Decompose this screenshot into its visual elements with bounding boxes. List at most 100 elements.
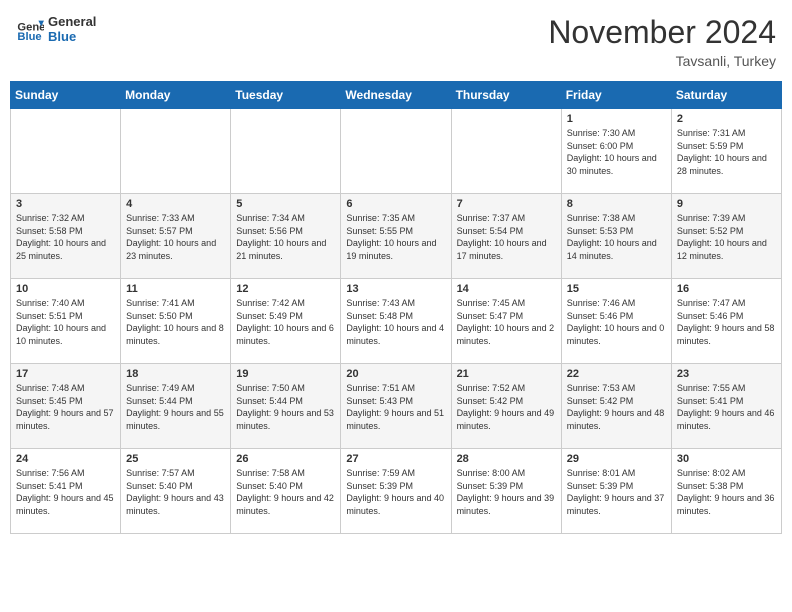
calendar-cell: 12 Sunrise: 7:42 AM Sunset: 5:49 PM Dayli… <box>231 279 341 364</box>
day-number: 19 <box>236 368 335 380</box>
day-info: Sunrise: 7:58 AM Sunset: 5:40 PM Dayligh… <box>236 467 335 517</box>
day-of-week-header: Wednesday <box>341 82 451 109</box>
day-number: 26 <box>236 453 335 465</box>
day-number: 23 <box>677 368 776 380</box>
day-info: Sunrise: 7:46 AM Sunset: 5:46 PM Dayligh… <box>567 297 666 347</box>
day-number: 25 <box>126 453 225 465</box>
title-block: November 2024 Tavsanli, Turkey <box>548 14 776 69</box>
day-info: Sunrise: 7:56 AM Sunset: 5:41 PM Dayligh… <box>16 467 115 517</box>
day-number: 17 <box>16 368 115 380</box>
calendar-cell: 26 Sunrise: 7:58 AM Sunset: 5:40 PM Dayli… <box>231 449 341 534</box>
day-number: 24 <box>16 453 115 465</box>
svg-text:Blue: Blue <box>17 31 41 43</box>
calendar-cell: 25 Sunrise: 7:57 AM Sunset: 5:40 PM Dayli… <box>121 449 231 534</box>
day-info: Sunrise: 7:33 AM Sunset: 5:57 PM Dayligh… <box>126 212 225 262</box>
logo-line1: General <box>48 14 96 29</box>
calendar-cell: 18 Sunrise: 7:49 AM Sunset: 5:44 PM Dayli… <box>121 364 231 449</box>
day-info: Sunrise: 7:34 AM Sunset: 5:56 PM Dayligh… <box>236 212 335 262</box>
day-number: 30 <box>677 453 776 465</box>
day-number: 5 <box>236 198 335 210</box>
calendar-cell: 5 Sunrise: 7:34 AM Sunset: 5:56 PM Daylig… <box>231 194 341 279</box>
calendar-cell <box>11 109 121 194</box>
calendar-cell: 1 Sunrise: 7:30 AM Sunset: 6:00 PM Daylig… <box>561 109 671 194</box>
day-number: 18 <box>126 368 225 380</box>
day-info: Sunrise: 7:47 AM Sunset: 5:46 PM Dayligh… <box>677 297 776 347</box>
calendar-cell: 3 Sunrise: 7:32 AM Sunset: 5:58 PM Daylig… <box>11 194 121 279</box>
day-info: Sunrise: 7:59 AM Sunset: 5:39 PM Dayligh… <box>346 467 445 517</box>
calendar-header-row: SundayMondayTuesdayWednesdayThursdayFrid… <box>11 82 782 109</box>
day-info: Sunrise: 8:00 AM Sunset: 5:39 PM Dayligh… <box>457 467 556 517</box>
day-info: Sunrise: 7:38 AM Sunset: 5:53 PM Dayligh… <box>567 212 666 262</box>
day-number: 11 <box>126 283 225 295</box>
day-info: Sunrise: 7:52 AM Sunset: 5:42 PM Dayligh… <box>457 382 556 432</box>
location: Tavsanli, Turkey <box>548 53 776 69</box>
calendar-week-row: 24 Sunrise: 7:56 AM Sunset: 5:41 PM Dayli… <box>11 449 782 534</box>
calendar-week-row: 3 Sunrise: 7:32 AM Sunset: 5:58 PM Daylig… <box>11 194 782 279</box>
day-number: 10 <box>16 283 115 295</box>
day-of-week-header: Saturday <box>671 82 781 109</box>
day-number: 3 <box>16 198 115 210</box>
day-info: Sunrise: 7:53 AM Sunset: 5:42 PM Dayligh… <box>567 382 666 432</box>
calendar-cell: 9 Sunrise: 7:39 AM Sunset: 5:52 PM Daylig… <box>671 194 781 279</box>
day-info: Sunrise: 7:37 AM Sunset: 5:54 PM Dayligh… <box>457 212 556 262</box>
day-info: Sunrise: 7:41 AM Sunset: 5:50 PM Dayligh… <box>126 297 225 347</box>
day-number: 1 <box>567 113 666 125</box>
day-info: Sunrise: 7:55 AM Sunset: 5:41 PM Dayligh… <box>677 382 776 432</box>
day-of-week-header: Tuesday <box>231 82 341 109</box>
calendar-cell: 20Sunrise: 7:51 AM Sunset: 5:43 PM Dayli… <box>341 364 451 449</box>
calendar-cell: 10Sunrise: 7:40 AM Sunset: 5:51 PM Dayli… <box>11 279 121 364</box>
calendar-cell: 13Sunrise: 7:43 AM Sunset: 5:48 PM Dayli… <box>341 279 451 364</box>
logo-icon: General Blue <box>16 15 44 43</box>
day-number: 22 <box>567 368 666 380</box>
day-number: 6 <box>346 198 445 210</box>
day-number: 28 <box>457 453 556 465</box>
calendar-cell: 23 Sunrise: 7:55 AM Sunset: 5:41 PM Dayli… <box>671 364 781 449</box>
day-info: Sunrise: 7:32 AM Sunset: 5:58 PM Dayligh… <box>16 212 115 262</box>
day-of-week-header: Sunday <box>11 82 121 109</box>
calendar-week-row: 10Sunrise: 7:40 AM Sunset: 5:51 PM Dayli… <box>11 279 782 364</box>
calendar-cell: 6Sunrise: 7:35 AM Sunset: 5:55 PM Daylig… <box>341 194 451 279</box>
day-number: 12 <box>236 283 335 295</box>
day-number: 9 <box>677 198 776 210</box>
calendar-cell: 21 Sunrise: 7:52 AM Sunset: 5:42 PM Dayli… <box>451 364 561 449</box>
day-info: Sunrise: 7:48 AM Sunset: 5:45 PM Dayligh… <box>16 382 115 432</box>
calendar-cell: 30 Sunrise: 8:02 AM Sunset: 5:38 PM Dayli… <box>671 449 781 534</box>
day-info: Sunrise: 7:39 AM Sunset: 5:52 PM Dayligh… <box>677 212 776 262</box>
logo-line2: Blue <box>48 29 96 44</box>
calendar-cell: 17 Sunrise: 7:48 AM Sunset: 5:45 PM Dayli… <box>11 364 121 449</box>
logo: General Blue General Blue <box>16 14 96 44</box>
day-info: Sunrise: 7:50 AM Sunset: 5:44 PM Dayligh… <box>236 382 335 432</box>
day-number: 27 <box>346 453 445 465</box>
calendar-cell <box>341 109 451 194</box>
month-title: November 2024 <box>548 14 776 51</box>
calendar-table: SundayMondayTuesdayWednesdayThursdayFrid… <box>10 81 782 534</box>
calendar-cell: 15 Sunrise: 7:46 AM Sunset: 5:46 PM Dayli… <box>561 279 671 364</box>
day-info: Sunrise: 7:30 AM Sunset: 6:00 PM Dayligh… <box>567 127 666 177</box>
day-info: Sunrise: 7:57 AM Sunset: 5:40 PM Dayligh… <box>126 467 225 517</box>
day-info: Sunrise: 8:02 AM Sunset: 5:38 PM Dayligh… <box>677 467 776 517</box>
calendar-cell: 16Sunrise: 7:47 AM Sunset: 5:46 PM Dayli… <box>671 279 781 364</box>
day-info: Sunrise: 8:01 AM Sunset: 5:39 PM Dayligh… <box>567 467 666 517</box>
day-number: 21 <box>457 368 556 380</box>
day-number: 7 <box>457 198 556 210</box>
calendar-cell <box>121 109 231 194</box>
day-info: Sunrise: 7:45 AM Sunset: 5:47 PM Dayligh… <box>457 297 556 347</box>
calendar-cell: 28 Sunrise: 8:00 AM Sunset: 5:39 PM Dayli… <box>451 449 561 534</box>
calendar-cell <box>451 109 561 194</box>
calendar-cell: 27 Sunrise: 7:59 AM Sunset: 5:39 PM Dayli… <box>341 449 451 534</box>
day-number: 14 <box>457 283 556 295</box>
calendar-cell: 8 Sunrise: 7:38 AM Sunset: 5:53 PM Daylig… <box>561 194 671 279</box>
day-of-week-header: Monday <box>121 82 231 109</box>
calendar-cell: 19 Sunrise: 7:50 AM Sunset: 5:44 PM Dayli… <box>231 364 341 449</box>
day-info: Sunrise: 7:31 AM Sunset: 5:59 PM Dayligh… <box>677 127 776 177</box>
day-info: Sunrise: 7:51 AM Sunset: 5:43 PM Dayligh… <box>346 382 445 432</box>
day-number: 29 <box>567 453 666 465</box>
calendar-week-row: 17 Sunrise: 7:48 AM Sunset: 5:45 PM Dayli… <box>11 364 782 449</box>
calendar-cell: 7 Sunrise: 7:37 AM Sunset: 5:54 PM Daylig… <box>451 194 561 279</box>
day-number: 15 <box>567 283 666 295</box>
day-info: Sunrise: 7:49 AM Sunset: 5:44 PM Dayligh… <box>126 382 225 432</box>
day-number: 8 <box>567 198 666 210</box>
day-info: Sunrise: 7:43 AM Sunset: 5:48 PM Dayligh… <box>346 297 445 347</box>
day-info: Sunrise: 7:42 AM Sunset: 5:49 PM Dayligh… <box>236 297 335 347</box>
page-header: General Blue General Blue November 2024 … <box>10 10 782 73</box>
